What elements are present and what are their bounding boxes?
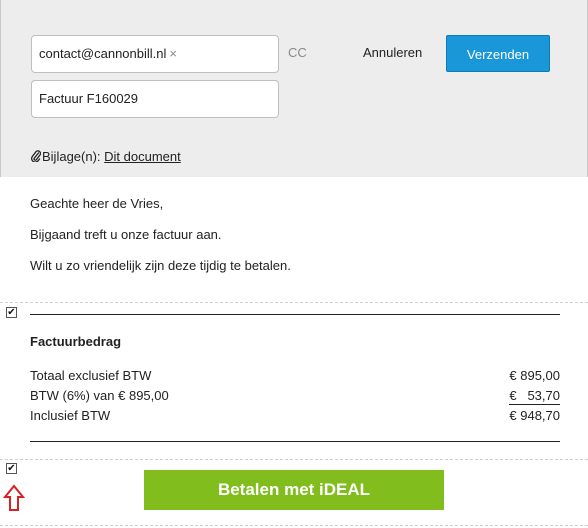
divider — [0, 459, 588, 460]
attachments-label: Bijlage(n): — [42, 149, 101, 164]
invoice-row-value: € 895,00 — [509, 368, 560, 383]
attachment-link[interactable]: Dit document — [104, 149, 181, 164]
divider — [30, 441, 560, 442]
recipient-field[interactable]: contact@cannonbill.nl × — [31, 35, 279, 73]
payment-block-checkbox[interactable]: ✔ — [6, 463, 17, 474]
divider — [0, 525, 588, 526]
email-compose-header: contact@cannonbill.nl × CC Annuleren Verz… — [0, 0, 588, 177]
paperclip-icon — [31, 150, 42, 164]
invoice-row-label: Inclusief BTW — [30, 408, 111, 423]
body-line-1: Bijgaand treft u onze factuur aan. — [30, 227, 222, 242]
subject-field[interactable]: Factuur F160029 — [31, 80, 279, 118]
attachments-row: Bijlage(n): Dit document — [31, 149, 181, 164]
divider — [30, 314, 560, 315]
cancel-button[interactable]: Annuleren — [363, 45, 422, 60]
cc-toggle[interactable]: CC — [288, 45, 307, 60]
arrow-up-icon — [3, 484, 25, 511]
invoice-block-checkbox[interactable]: ✔ — [6, 307, 17, 318]
invoice-row-label: BTW (6%) van € 895,00 — [30, 388, 169, 403]
invoice-title: Factuurbedrag — [30, 334, 122, 349]
recipient-chip: contact@cannonbill.nl — [39, 46, 167, 61]
body-line-2: Wilt u zo vriendelijk zijn deze tijdig t… — [30, 258, 291, 273]
send-button[interactable]: Verzenden — [446, 35, 550, 72]
divider — [0, 302, 588, 303]
remove-recipient-icon[interactable]: × — [169, 46, 177, 61]
invoice-row-label: Totaal exclusief BTW — [30, 368, 152, 383]
greeting-text: Geachte heer de Vries, — [30, 196, 164, 211]
invoice-row-value: € 53,70 — [509, 388, 560, 405]
pay-ideal-button[interactable]: Betalen met iDEAL — [144, 470, 444, 510]
invoice-row-value: € 948,70 — [509, 408, 560, 423]
